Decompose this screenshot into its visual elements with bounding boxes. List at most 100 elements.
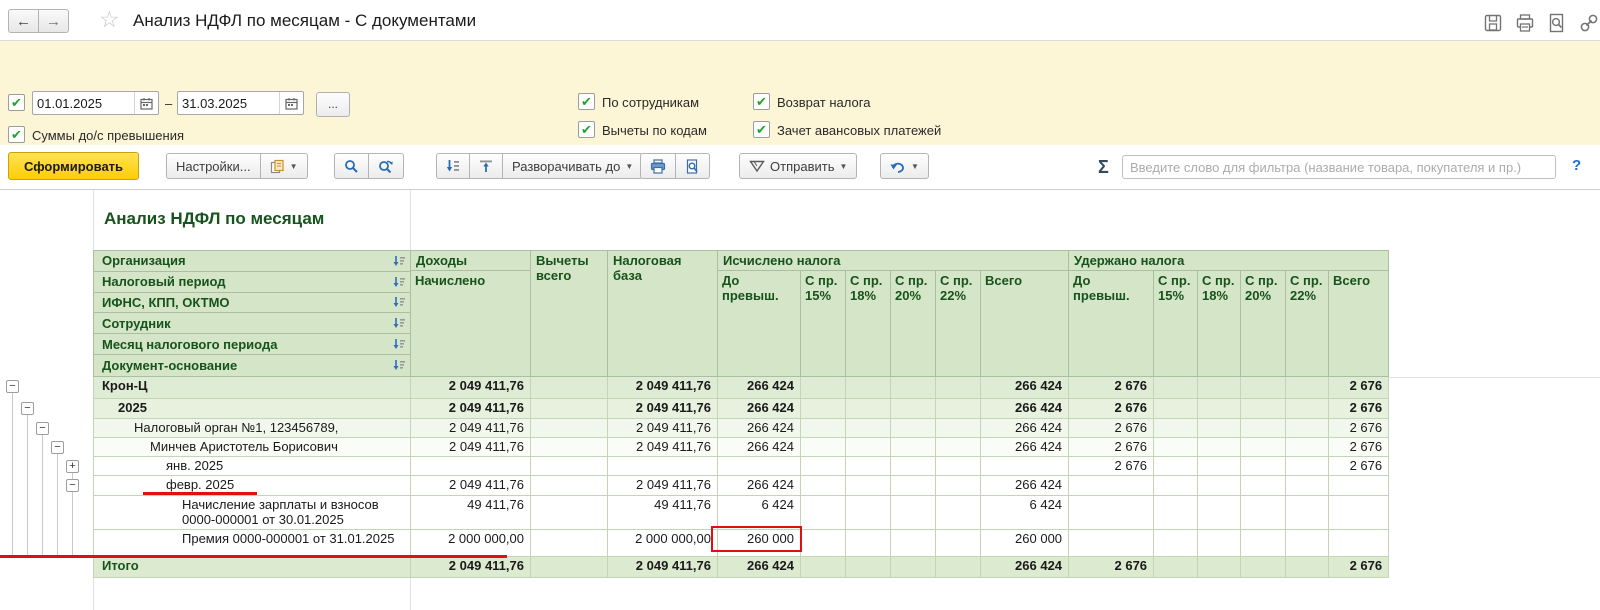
- cell-i_vs[interactable]: 266 424: [981, 418, 1069, 437]
- cell-u_vs[interactable]: 2 676: [1329, 437, 1389, 456]
- expand-plus-button[interactable]: +: [66, 460, 79, 473]
- cell-dohody[interactable]: 2 049 411,76: [411, 418, 531, 437]
- col-header-u-18[interactable]: С пр. 18%: [1198, 271, 1241, 377]
- cell-baza[interactable]: 2 049 411,76: [608, 398, 718, 418]
- cell-u18[interactable]: [1198, 475, 1241, 495]
- cell-i18[interactable]: [846, 456, 891, 475]
- expand-levels-button[interactable]: [436, 153, 470, 179]
- cell-i_vs[interactable]: 266 424: [981, 437, 1069, 456]
- generate-button[interactable]: Сформировать: [8, 152, 139, 180]
- row-label[interactable]: Итого: [94, 556, 411, 577]
- tax-refund-checkbox[interactable]: ✔: [753, 93, 770, 110]
- cell-u18[interactable]: [1198, 376, 1241, 398]
- search-next-button[interactable]: [368, 153, 404, 179]
- cell-u_do[interactable]: [1069, 495, 1154, 529]
- cell-baza[interactable]: 2 000 000,00: [608, 529, 718, 556]
- cell-u15[interactable]: [1154, 529, 1198, 556]
- cell-i_do[interactable]: 266 424: [718, 437, 801, 456]
- cell-u22[interactable]: [1286, 418, 1329, 437]
- cell-i18[interactable]: [846, 376, 891, 398]
- cell-u22[interactable]: [1286, 437, 1329, 456]
- by-employees-checkbox[interactable]: ✔: [578, 93, 595, 110]
- row-label[interactable]: Премия 0000-000001 от 31.01.2025: [94, 529, 411, 556]
- cell-vychety[interactable]: [531, 418, 608, 437]
- cell-u_do[interactable]: [1069, 475, 1154, 495]
- cell-i_do[interactable]: 266 424: [718, 376, 801, 398]
- cell-vychety[interactable]: [531, 437, 608, 456]
- row-label[interactable]: янв. 2025: [94, 456, 411, 475]
- row-label[interactable]: Минчев Аристотель Борисович: [94, 437, 411, 456]
- cell-dohody[interactable]: [411, 456, 531, 475]
- settings-button[interactable]: Настройки...: [166, 153, 261, 179]
- forward-button[interactable]: →: [38, 9, 69, 33]
- cell-i_do[interactable]: 6 424: [718, 495, 801, 529]
- row-label[interactable]: 2025: [94, 398, 411, 418]
- col-header-dohody[interactable]: Доходы: [411, 251, 531, 271]
- cell-dohody[interactable]: 2 049 411,76: [411, 398, 531, 418]
- cell-u18[interactable]: [1198, 495, 1241, 529]
- col-header-u-15[interactable]: С пр. 15%: [1154, 271, 1198, 377]
- cell-baza[interactable]: [608, 456, 718, 475]
- cell-u_vs[interactable]: 2 676: [1329, 376, 1389, 398]
- cell-dohody[interactable]: 2 049 411,76: [411, 376, 531, 398]
- col-header-vychety[interactable]: Вычеты всего: [531, 251, 608, 377]
- search-button[interactable]: [334, 153, 369, 179]
- cell-i22[interactable]: [936, 495, 981, 529]
- cell-u20[interactable]: [1241, 475, 1286, 495]
- cell-dohody[interactable]: 2 049 411,76: [411, 475, 531, 495]
- cell-i22[interactable]: [936, 418, 981, 437]
- cell-i22[interactable]: [936, 398, 981, 418]
- row-header-label[interactable]: Организация: [102, 253, 186, 268]
- cell-i_vs[interactable]: [981, 456, 1069, 475]
- cell-i_vs[interactable]: 266 424: [981, 475, 1069, 495]
- cell-u20[interactable]: [1241, 456, 1286, 475]
- cell-u15[interactable]: [1154, 475, 1198, 495]
- cell-i20[interactable]: [891, 556, 936, 577]
- cell-u20[interactable]: [1241, 437, 1286, 456]
- row-label[interactable]: Начисление зарплаты и взносов 0000-00000…: [94, 495, 411, 529]
- cell-vychety[interactable]: [531, 556, 608, 577]
- cell-i22[interactable]: [936, 475, 981, 495]
- preview-button[interactable]: [675, 153, 710, 179]
- cell-i18[interactable]: [846, 556, 891, 577]
- cell-u20[interactable]: [1241, 556, 1286, 577]
- row-header-label[interactable]: ИФНС, КПП, ОКТМО: [102, 295, 230, 310]
- row-label[interactable]: Налоговый орган №1, 123456789,: [94, 418, 411, 437]
- collapse-minus-button[interactable]: −: [21, 402, 34, 415]
- col-group-uderzhano[interactable]: Удержано налога: [1069, 251, 1389, 271]
- col-header-u-vsego[interactable]: Всего: [1329, 271, 1389, 377]
- cell-dohody[interactable]: 2 049 411,76: [411, 437, 531, 456]
- cell-i22[interactable]: [936, 376, 981, 398]
- cell-u_do[interactable]: 2 676: [1069, 376, 1154, 398]
- help-icon[interactable]: ?: [1572, 157, 1581, 174]
- cell-i22[interactable]: [936, 529, 981, 556]
- cell-u_vs[interactable]: 2 676: [1329, 556, 1389, 577]
- col-header-u-do-prev[interactable]: До превыш.: [1069, 271, 1154, 377]
- collapse-minus-button[interactable]: −: [36, 422, 49, 435]
- cell-baza[interactable]: 2 049 411,76: [608, 437, 718, 456]
- cell-u_vs[interactable]: [1329, 529, 1389, 556]
- col-header-i-22[interactable]: С пр. 22%: [936, 271, 981, 377]
- quick-filter-input[interactable]: [1122, 155, 1556, 179]
- cell-i18[interactable]: [846, 475, 891, 495]
- cell-i20[interactable]: [891, 418, 936, 437]
- cell-vychety[interactable]: [531, 398, 608, 418]
- collapse-minus-button[interactable]: −: [6, 380, 19, 393]
- send-button[interactable]: Отправить ▼: [739, 153, 857, 179]
- cell-i_vs[interactable]: 266 424: [981, 398, 1069, 418]
- row-header-label[interactable]: Сотрудник: [102, 316, 171, 331]
- cell-i18[interactable]: [846, 437, 891, 456]
- cell-i15[interactable]: [801, 475, 846, 495]
- calendar-button[interactable]: [279, 92, 303, 114]
- row-label[interactable]: Крон-Ц: [94, 376, 411, 398]
- cell-i_do[interactable]: [718, 456, 801, 475]
- back-button[interactable]: ←: [8, 9, 39, 33]
- cell-u_do[interactable]: [1069, 529, 1154, 556]
- cell-dohody[interactable]: 2 049 411,76: [411, 556, 531, 577]
- cell-i20[interactable]: [891, 398, 936, 418]
- cell-u_vs[interactable]: [1329, 475, 1389, 495]
- period-more-button[interactable]: ...: [316, 92, 350, 117]
- col-header-i-20[interactable]: С пр. 20%: [891, 271, 936, 377]
- cell-baza[interactable]: 49 411,76: [608, 495, 718, 529]
- cell-i15[interactable]: [801, 556, 846, 577]
